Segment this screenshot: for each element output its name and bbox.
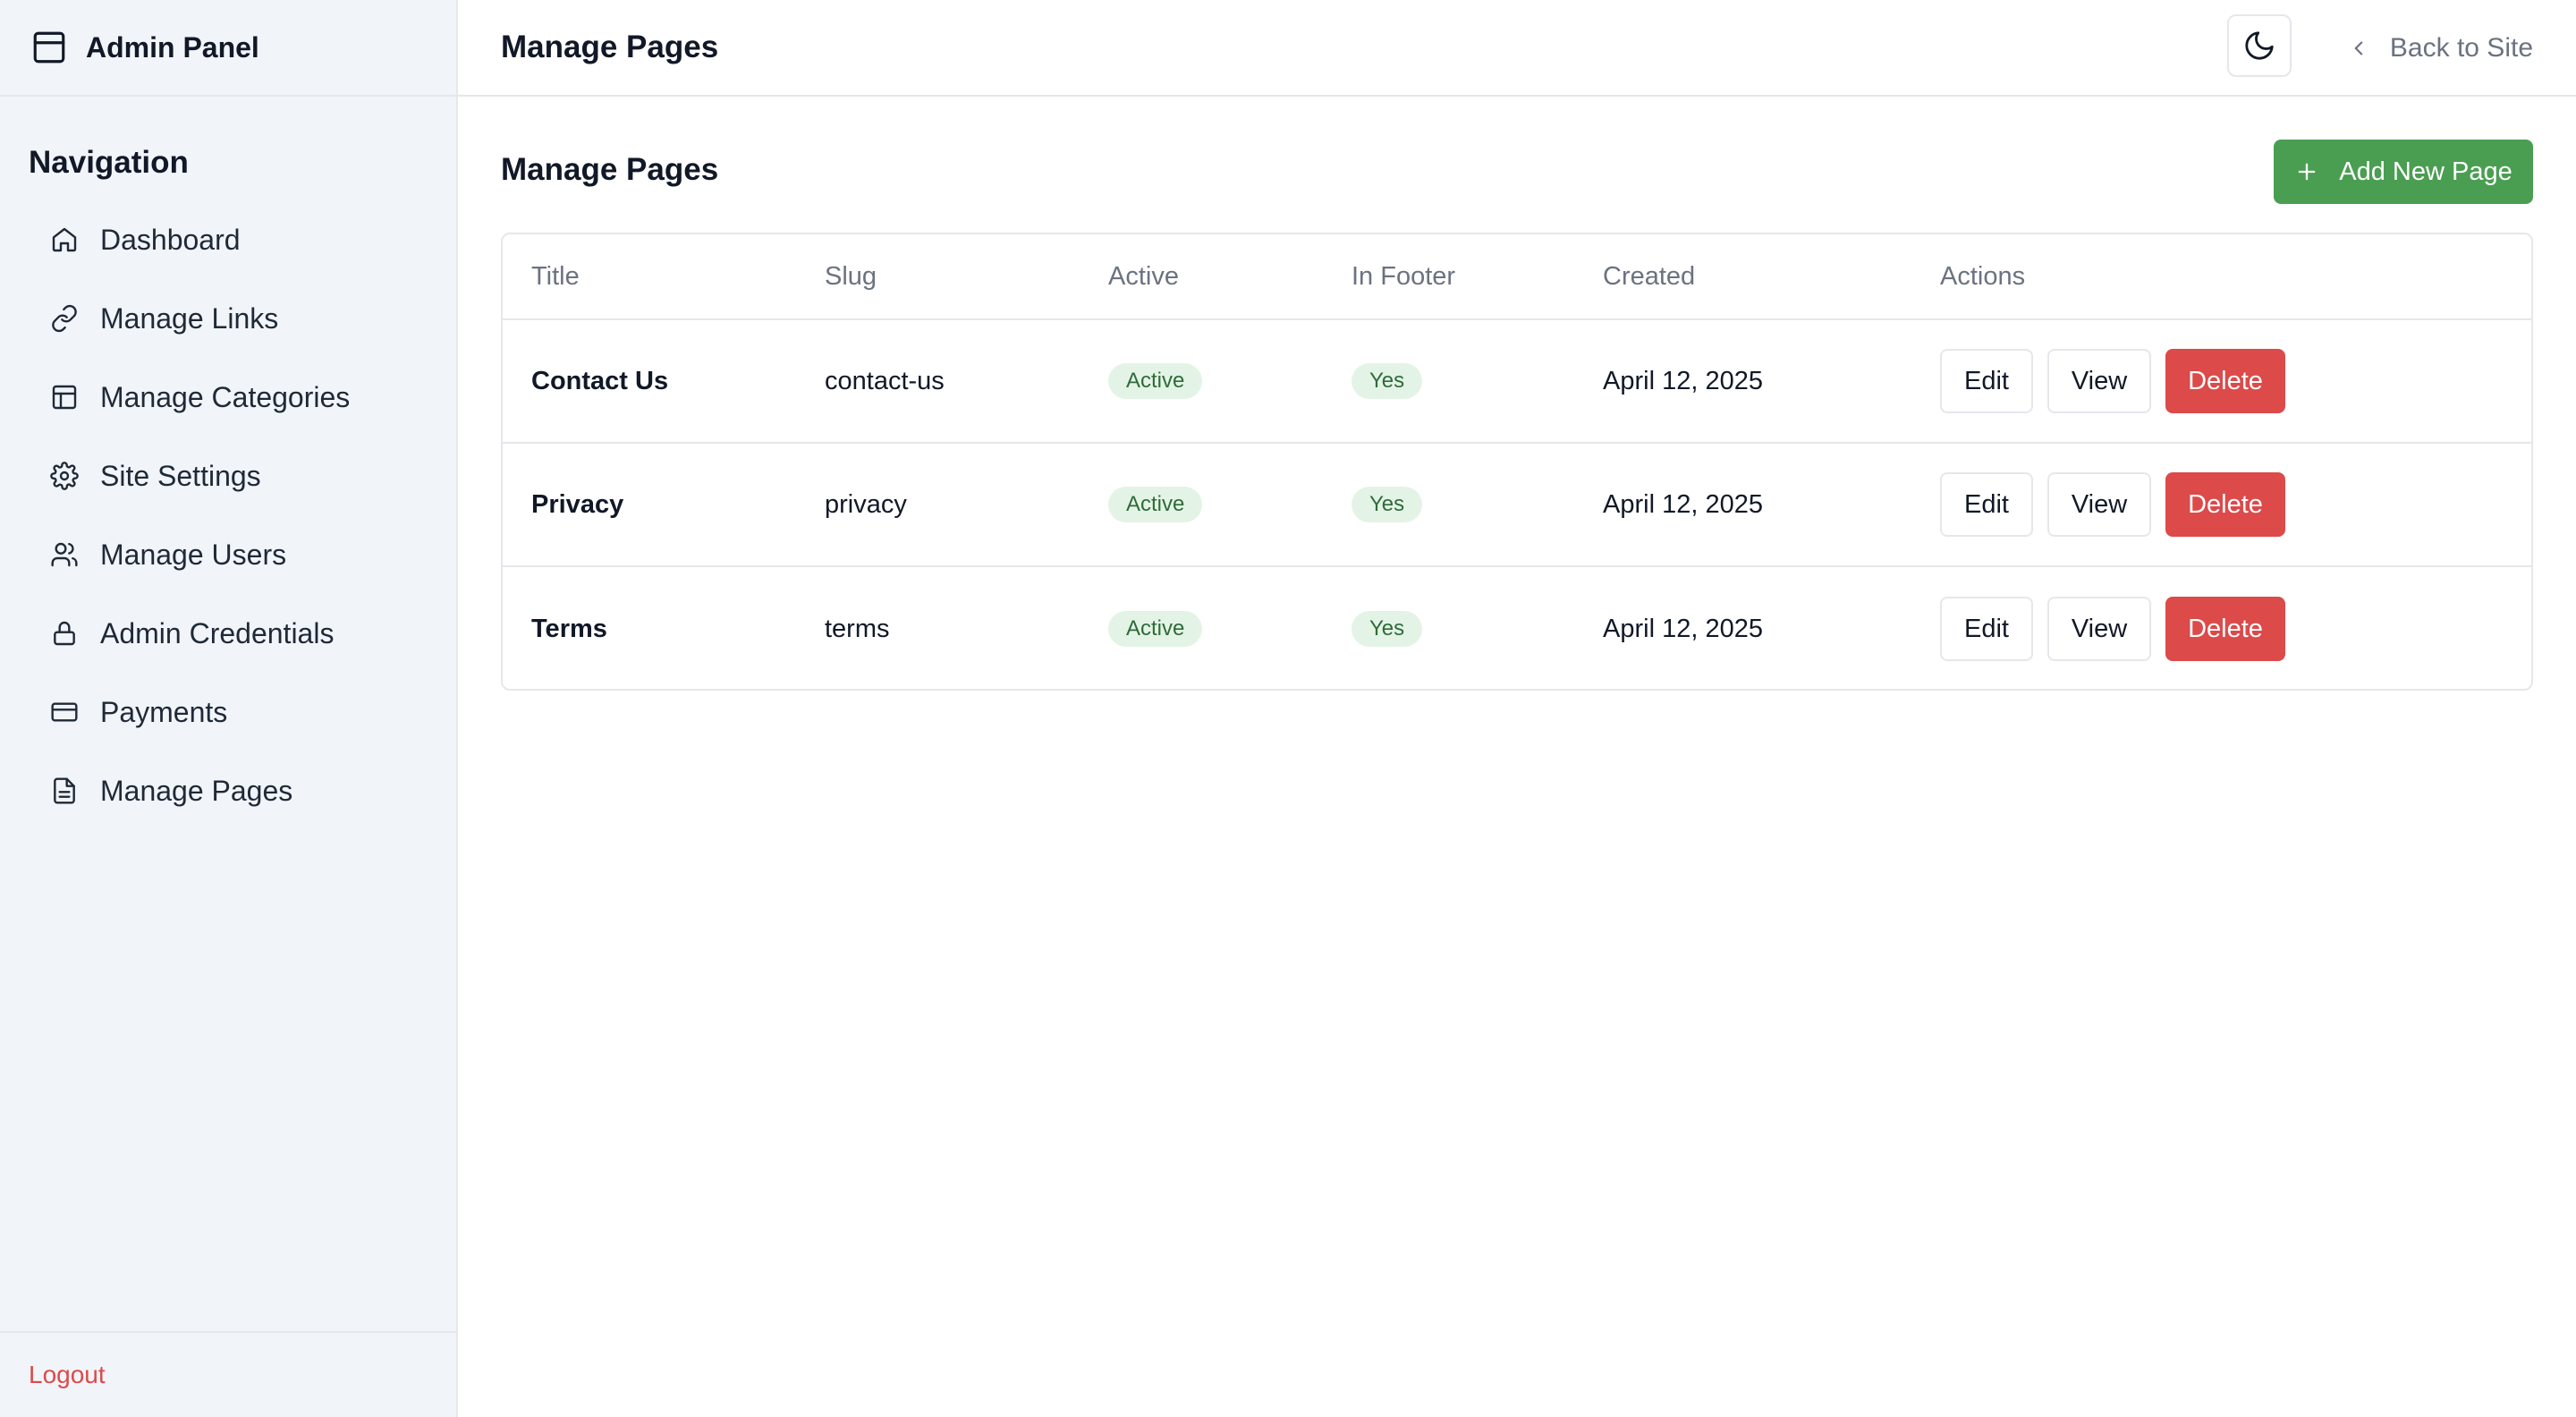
panel-icon bbox=[30, 29, 68, 66]
sidebar-item-manage-categories[interactable]: Manage Categories bbox=[0, 358, 456, 437]
delete-button[interactable]: Delete bbox=[2165, 597, 2285, 661]
sidebar-item-label: Dashboard bbox=[100, 223, 241, 256]
table-row: Contact Us contact-us Active Yes April 1… bbox=[503, 320, 2531, 444]
table-row: Terms terms Active Yes April 12, 2025 Ed… bbox=[503, 567, 2531, 689]
column-header-created: Created bbox=[1603, 261, 1696, 291]
plus-icon bbox=[2294, 159, 2319, 184]
page-slug-cell: contact-us bbox=[825, 366, 945, 395]
logout-link[interactable]: Logout bbox=[29, 1361, 106, 1389]
sidebar-item-label: Manage Categories bbox=[100, 380, 351, 413]
sidebar-footer: Logout bbox=[0, 1331, 456, 1417]
active-cell: Active bbox=[1108, 444, 1203, 565]
app-root: Admin Panel Navigation Dashboard Manage … bbox=[0, 0, 2576, 1417]
active-cell: Active bbox=[1108, 567, 1203, 689]
edit-button[interactable]: Edit bbox=[1940, 597, 2033, 661]
delete-button[interactable]: Delete bbox=[2165, 472, 2285, 537]
section-title: Manage Pages bbox=[501, 152, 719, 187]
gear-icon bbox=[50, 462, 79, 490]
sidebar-item-payments[interactable]: Payments bbox=[0, 673, 456, 751]
chevron-left-icon bbox=[2347, 37, 2370, 60]
section-header: Manage Pages Add New Page bbox=[501, 97, 2533, 254]
sidebar-item-site-settings[interactable]: Site Settings bbox=[0, 437, 456, 515]
back-to-site-label: Back to Site bbox=[2389, 33, 2533, 63]
in-footer-cell: Yes bbox=[1352, 567, 1423, 689]
sidebar-item-label: Manage Pages bbox=[100, 774, 293, 807]
sidebar-item-manage-users[interactable]: Manage Users bbox=[0, 515, 456, 594]
created-date-cell: April 12, 2025 bbox=[1603, 366, 1763, 395]
main-content: Manage Pages Add New Page Title Slug Act… bbox=[501, 97, 2533, 691]
table-row: Privacy privacy Active Yes April 12, 202… bbox=[503, 444, 2531, 567]
sidebar-item-label: Site Settings bbox=[100, 459, 261, 492]
delete-button[interactable]: Delete bbox=[2165, 349, 2285, 413]
theme-toggle-button[interactable] bbox=[2227, 14, 2292, 77]
edit-button[interactable]: Edit bbox=[1940, 349, 2033, 413]
status-badge: Active bbox=[1108, 487, 1203, 522]
sidebar-item-manage-pages[interactable]: Manage Pages bbox=[0, 751, 456, 830]
status-badge: Active bbox=[1108, 611, 1203, 647]
page-title: Manage Pages bbox=[501, 30, 719, 64]
add-new-page-button[interactable]: Add New Page bbox=[2274, 140, 2533, 204]
column-header-in-footer: In Footer bbox=[1352, 261, 1456, 291]
sidebar-header: Admin Panel bbox=[0, 0, 456, 97]
table-header-row: Title Slug Active In Footer Created Acti… bbox=[503, 234, 2531, 320]
back-to-site-link[interactable]: Back to Site bbox=[2347, 0, 2533, 97]
users-icon bbox=[50, 540, 79, 569]
actions-cell: Edit View Delete bbox=[1940, 320, 2300, 442]
created-date-cell: April 12, 2025 bbox=[1603, 614, 1763, 643]
layout-icon bbox=[50, 383, 79, 412]
column-header-actions: Actions bbox=[1940, 261, 2026, 291]
created-date-cell: April 12, 2025 bbox=[1603, 489, 1763, 519]
sidebar: Admin Panel Navigation Dashboard Manage … bbox=[0, 0, 458, 1417]
actions-cell: Edit View Delete bbox=[1940, 444, 2300, 565]
moon-icon bbox=[2242, 29, 2276, 63]
actions-cell: Edit View Delete bbox=[1940, 567, 2300, 689]
page-slug-cell: terms bbox=[825, 614, 890, 643]
nav-list: Dashboard Manage Links Manage Categories… bbox=[0, 200, 456, 830]
footer-badge: Yes bbox=[1352, 611, 1423, 647]
sidebar-item-admin-credentials[interactable]: Admin Credentials bbox=[0, 594, 456, 673]
home-icon bbox=[50, 225, 79, 254]
sidebar-item-label: Admin Credentials bbox=[100, 616, 335, 649]
lock-icon bbox=[50, 619, 79, 648]
active-cell: Active bbox=[1108, 320, 1203, 442]
view-button[interactable]: View bbox=[2047, 597, 2151, 661]
page-title-cell: Privacy bbox=[531, 489, 624, 519]
sidebar-item-label: Manage Users bbox=[100, 538, 287, 571]
add-new-page-label: Add New Page bbox=[2339, 157, 2512, 186]
view-button[interactable]: View bbox=[2047, 472, 2151, 537]
page-title-cell: Terms bbox=[531, 614, 607, 643]
column-header-active: Active bbox=[1108, 261, 1179, 291]
page-slug-cell: privacy bbox=[825, 489, 907, 519]
footer-badge: Yes bbox=[1352, 487, 1423, 522]
column-header-slug: Slug bbox=[825, 261, 877, 291]
sidebar-item-label: Manage Links bbox=[100, 301, 279, 335]
file-icon bbox=[50, 776, 79, 805]
in-footer-cell: Yes bbox=[1352, 444, 1423, 565]
link-icon bbox=[50, 304, 79, 333]
nav-title: Navigation bbox=[29, 145, 189, 180]
edit-button[interactable]: Edit bbox=[1940, 472, 2033, 537]
status-badge: Active bbox=[1108, 363, 1203, 399]
view-button[interactable]: View bbox=[2047, 349, 2151, 413]
credit-card-icon bbox=[50, 698, 79, 726]
brand-title: Admin Panel bbox=[86, 30, 259, 64]
in-footer-cell: Yes bbox=[1352, 320, 1423, 442]
sidebar-item-label: Payments bbox=[100, 695, 228, 728]
sidebar-item-manage-links[interactable]: Manage Links bbox=[0, 279, 456, 358]
sidebar-item-dashboard[interactable]: Dashboard bbox=[0, 200, 456, 279]
footer-badge: Yes bbox=[1352, 363, 1423, 399]
column-header-title: Title bbox=[531, 261, 580, 291]
pages-table: Title Slug Active In Footer Created Acti… bbox=[501, 233, 2533, 691]
page-title-cell: Contact Us bbox=[531, 366, 669, 395]
